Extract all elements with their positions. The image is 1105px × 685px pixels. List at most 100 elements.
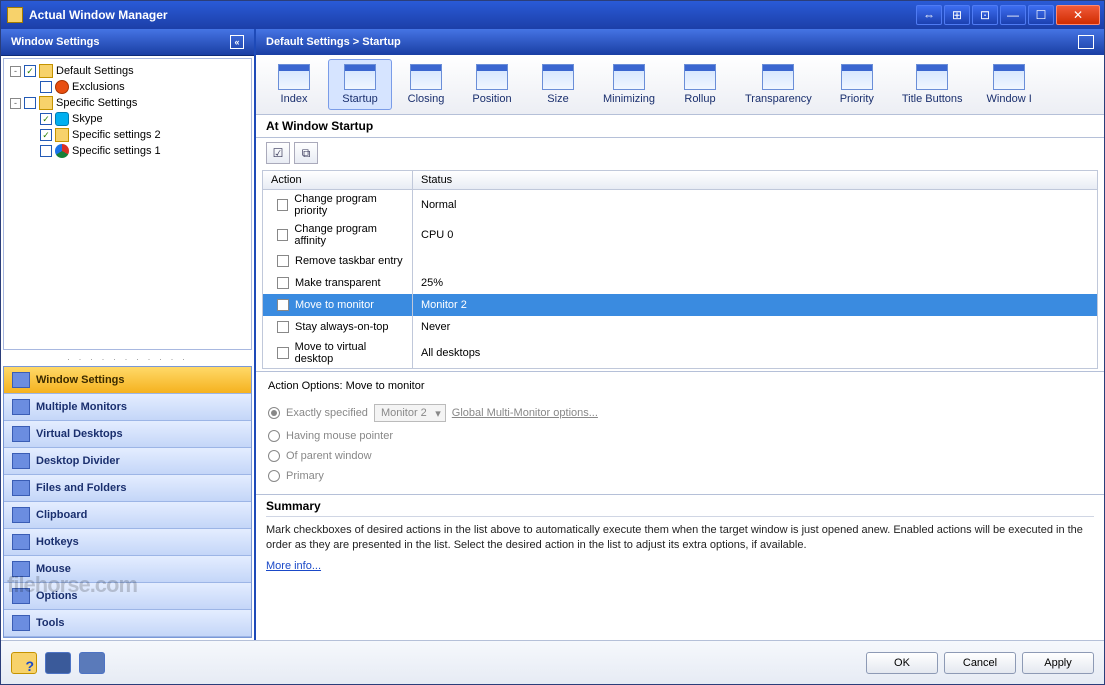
action-checkbox[interactable] — [277, 299, 289, 311]
tab-label: Position — [472, 93, 511, 105]
tab-position[interactable]: Position — [460, 59, 524, 110]
maximize-button[interactable]: ☐ — [1028, 5, 1054, 25]
action-row[interactable]: Change program priorityNormal — [263, 190, 1097, 220]
tab-label: Title Buttons — [902, 93, 963, 105]
action-row[interactable]: Stay always-on-topNever — [263, 316, 1097, 338]
section-heading: At Window Startup — [256, 115, 1104, 138]
titlebar-extra-button[interactable]: ⇔ — [916, 5, 942, 25]
expand-icon[interactable]: - — [10, 98, 21, 109]
radio-of-parent[interactable] — [268, 450, 280, 462]
checkbox[interactable]: ✓ — [40, 113, 52, 125]
action-checkbox[interactable] — [277, 199, 288, 211]
footer-tool-2[interactable] — [79, 652, 105, 674]
tree-item[interactable]: ✓Skype — [8, 111, 247, 127]
category-icon — [12, 534, 30, 550]
titlebar-extra-button[interactable]: ⊡ — [972, 5, 998, 25]
action-label: Move to virtual desktop — [295, 341, 404, 365]
tab-label: Transparency — [745, 93, 812, 105]
expand-icon[interactable]: - — [10, 66, 21, 77]
tab-index[interactable]: Index — [262, 59, 326, 110]
action-row[interactable]: Change program affinityCPU 0 — [263, 220, 1097, 250]
global-multimonitor-link[interactable]: Global Multi-Monitor options... — [452, 407, 598, 419]
check-all-button[interactable]: ☑ — [266, 142, 290, 164]
category-icon — [12, 561, 30, 577]
status-value: CPU 0 — [413, 226, 1097, 244]
action-options: Action Options: Move to monitor Exactly … — [256, 371, 1104, 494]
category-virtual-desktops[interactable]: Virtual Desktops — [4, 421, 251, 448]
category-window-settings[interactable]: Window Settings — [4, 367, 251, 394]
action-row[interactable]: Move to monitorMonitor 2 — [263, 294, 1097, 316]
content: Window Settings « -✓Default SettingsExcl… — [1, 29, 1104, 640]
collapse-sidebar-icon[interactable]: « — [230, 35, 244, 49]
tab-minimizing[interactable]: Minimizing — [592, 59, 666, 110]
category-label: Tools — [36, 617, 65, 629]
category-files-and-folders[interactable]: Files and Folders — [4, 475, 251, 502]
category-tools[interactable]: Tools — [4, 610, 251, 637]
grid-header: Action Status — [263, 171, 1097, 190]
action-row[interactable]: Make transparent25% — [263, 272, 1097, 294]
checkbox[interactable] — [40, 145, 52, 157]
category-icon — [12, 426, 30, 442]
checkbox[interactable] — [24, 97, 36, 109]
category-label: Multiple Monitors — [36, 401, 127, 413]
tree-item[interactable]: ✓Specific settings 2 — [8, 127, 247, 143]
close-button[interactable]: ✕ — [1056, 5, 1100, 25]
category-icon — [12, 588, 30, 604]
radio-having-mouse[interactable] — [268, 430, 280, 442]
tree-label: Default Settings — [56, 65, 134, 77]
cancel-button[interactable]: Cancel — [944, 652, 1016, 674]
resize-grip[interactable]: · · · · · · · · · · · — [1, 352, 254, 366]
category-hotkeys[interactable]: Hotkeys — [4, 529, 251, 556]
action-checkbox[interactable] — [277, 321, 289, 333]
tab-label: Minimizing — [603, 93, 655, 105]
window-title: Actual Window Manager — [29, 8, 916, 22]
category-multiple-monitors[interactable]: Multiple Monitors — [4, 394, 251, 421]
category-options[interactable]: Options — [4, 583, 251, 610]
label-of-parent: Of parent window — [286, 450, 372, 462]
checkbox[interactable]: ✓ — [40, 129, 52, 141]
col-action[interactable]: Action — [263, 171, 413, 189]
tab-startup[interactable]: Startup — [328, 59, 392, 110]
category-desktop-divider[interactable]: Desktop Divider — [4, 448, 251, 475]
action-row[interactable]: Move to virtual desktopAll desktops — [263, 338, 1097, 368]
apply-button[interactable]: Apply — [1022, 652, 1094, 674]
checkbox[interactable]: ✓ — [24, 65, 36, 77]
footer-tool-1[interactable] — [45, 652, 71, 674]
radio-primary[interactable] — [268, 470, 280, 482]
action-checkbox[interactable] — [277, 277, 289, 289]
tab-icon — [916, 64, 948, 90]
tree-item[interactable]: -Specific Settings — [8, 95, 247, 111]
category-icon — [12, 507, 30, 523]
tab-toolbar: IndexStartupClosing Position Size Minimizin… — [256, 55, 1104, 115]
monitor-select[interactable]: Monitor 2 — [374, 404, 446, 422]
tab-rollup[interactable]: Rollup — [668, 59, 732, 110]
tree-label: Specific settings 1 — [72, 145, 161, 157]
ok-button[interactable]: OK — [866, 652, 938, 674]
breadcrumb-window-icon[interactable] — [1078, 35, 1094, 49]
tree-item[interactable]: Exclusions — [8, 79, 247, 95]
action-checkbox[interactable] — [277, 255, 289, 267]
category-mouse[interactable]: Mouse — [4, 556, 251, 583]
tab-transparency[interactable]: Transparency — [734, 59, 823, 110]
more-info-link[interactable]: More info... — [266, 560, 321, 572]
tab-title-buttons[interactable]: Title Buttons — [891, 59, 974, 110]
tab-priority[interactable]: Priority — [825, 59, 889, 110]
tree-item[interactable]: Specific settings 1 — [8, 143, 247, 159]
action-checkbox[interactable] — [277, 347, 289, 359]
action-checkbox[interactable] — [277, 229, 288, 241]
category-clipboard[interactable]: Clipboard — [4, 502, 251, 529]
tab-size[interactable]: Size — [526, 59, 590, 110]
checkbox[interactable] — [40, 81, 52, 93]
folder-icon — [39, 96, 53, 110]
action-row[interactable]: Remove taskbar entry — [263, 250, 1097, 272]
tab-window-i[interactable]: Window I — [976, 59, 1043, 110]
minimize-button[interactable]: — — [1000, 5, 1026, 25]
copy-button[interactable]: ⧉ — [294, 142, 318, 164]
help-button[interactable] — [11, 652, 37, 674]
tab-closing[interactable]: Closing — [394, 59, 458, 110]
label-exactly-specified: Exactly specified — [286, 407, 368, 419]
titlebar-extra-button[interactable]: ⊞ — [944, 5, 970, 25]
tree-item[interactable]: -✓ Default Settings — [8, 63, 247, 79]
col-status[interactable]: Status — [413, 171, 1097, 189]
radio-exactly-specified[interactable] — [268, 407, 280, 419]
